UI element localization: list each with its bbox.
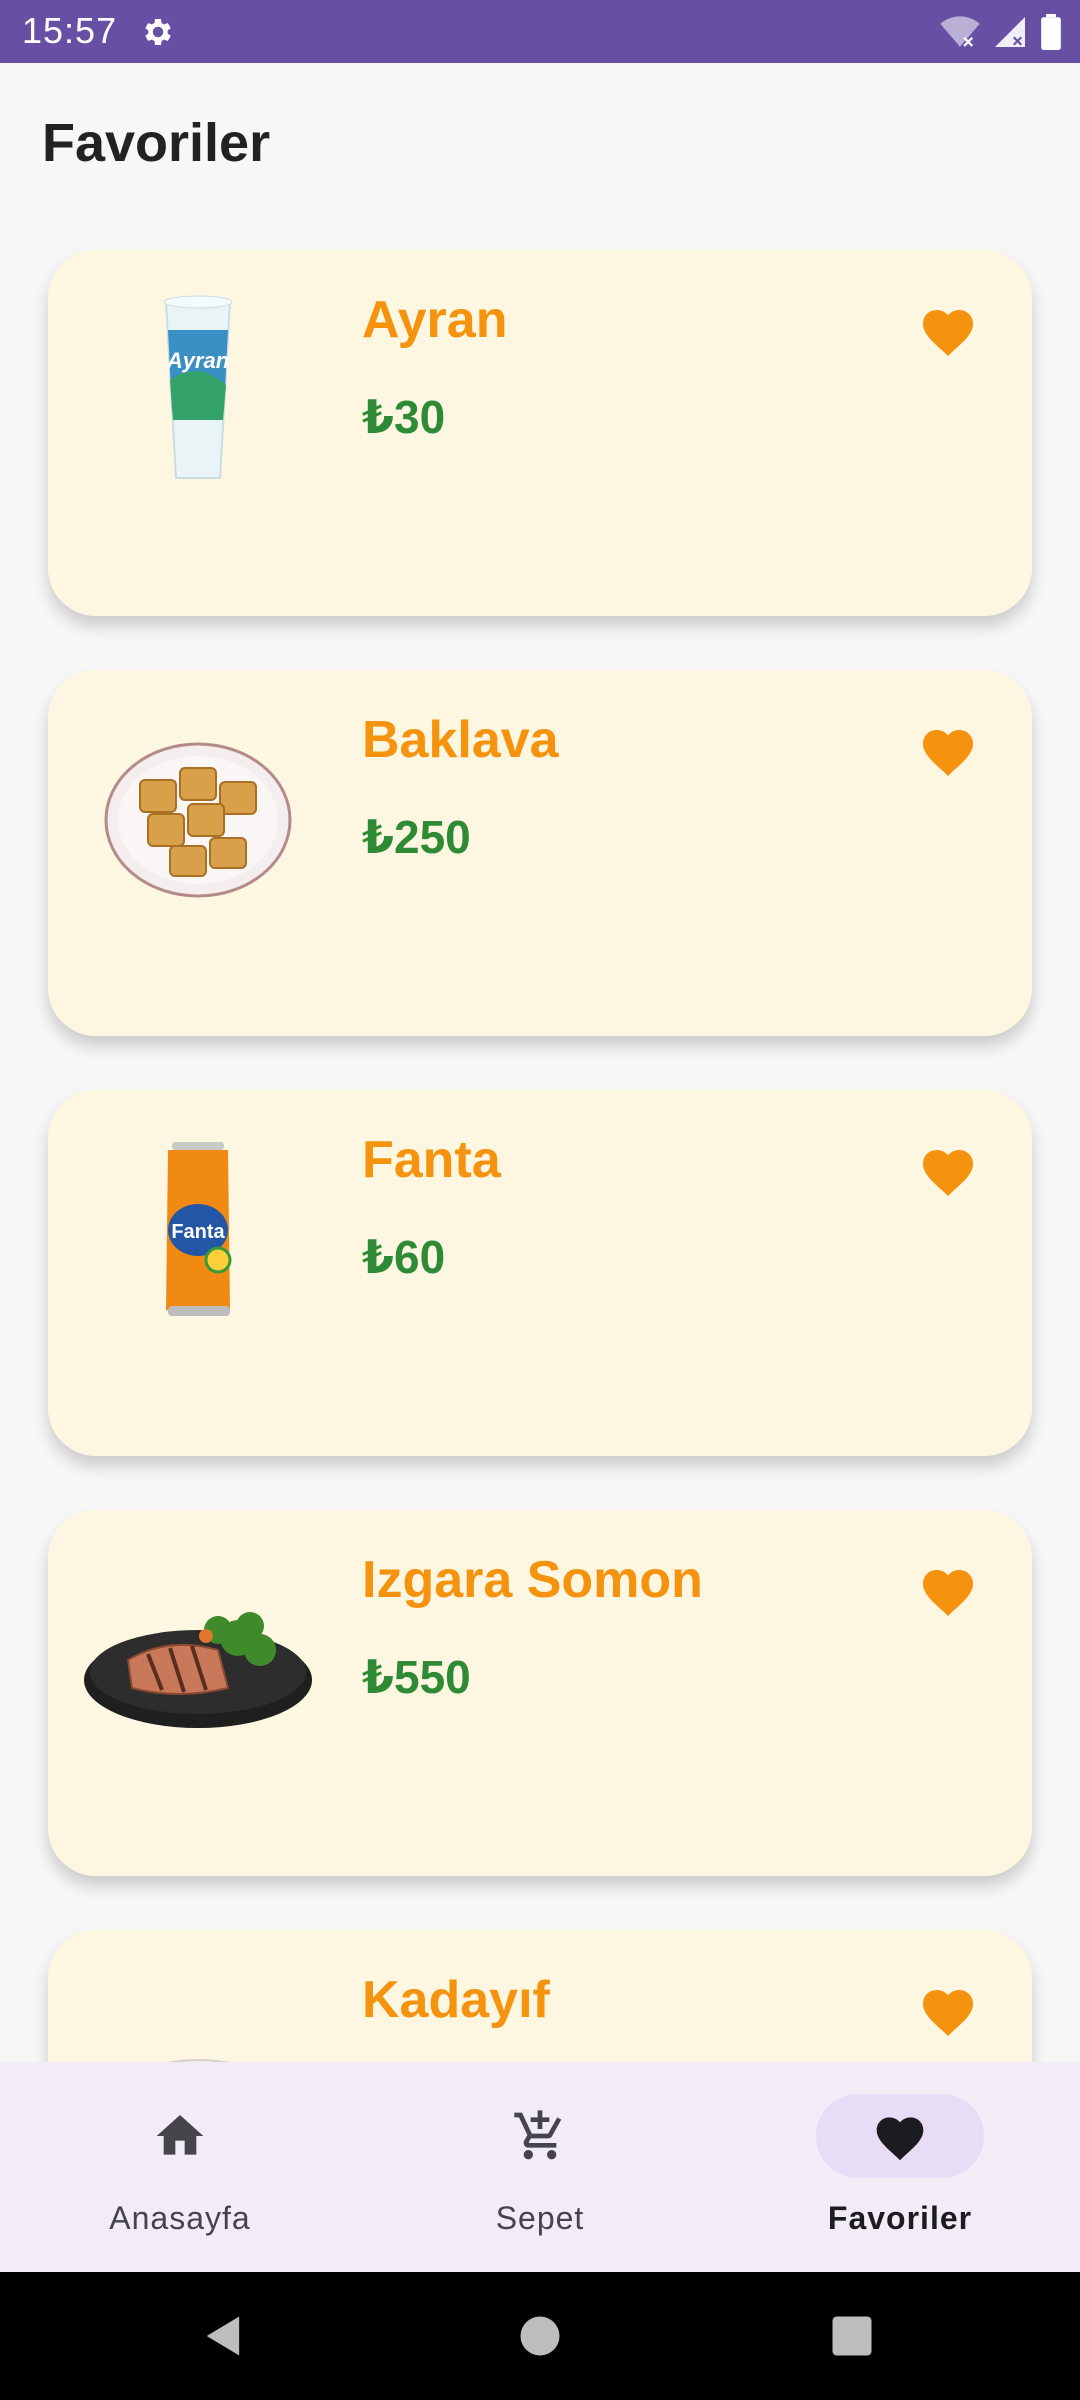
svg-text:Ayran: Ayran: [166, 348, 229, 373]
bottom-navigation: Anasayfa Sepet Favoriler: [0, 2062, 1080, 2272]
fanta-image: Fanta: [166, 1142, 232, 1316]
product-name: Ayran: [362, 291, 508, 349]
nav-label: Favoriler: [827, 2200, 973, 2236]
product-name: Kadayıf: [362, 1971, 550, 2029]
system-navigation-bar: [0, 2272, 1080, 2400]
nav-item-sepet[interactable]: Sepet: [360, 2062, 720, 2272]
heart-filled-icon[interactable]: [918, 1982, 978, 2038]
nav-item-favoriler[interactable]: Favoriler: [720, 2062, 1080, 2272]
page-title: Favoriler: [42, 113, 271, 173]
favorite-card-fanta[interactable]: Fanta Fanta ₺60: [48, 1090, 1032, 1456]
product-price: ₺550: [362, 1651, 471, 1703]
favorite-card-kadayif[interactable]: Kadayıf: [48, 1930, 1032, 2062]
add-to-cart-icon: [514, 2110, 562, 2160]
favorites-list[interactable]: Favoriler Ayran Ayran ₺30 Baklava ₺250 F…: [0, 0, 1080, 2062]
favorite-card-baklava[interactable]: Baklava ₺250: [48, 670, 1032, 1036]
favorite-card-izgara-somon[interactable]: Izgara Somon ₺550: [48, 1510, 1032, 1876]
recents-icon[interactable]: [826, 2310, 878, 2362]
nav-label: Sepet: [495, 2200, 585, 2236]
baklava-image: [104, 742, 292, 898]
product-name: Izgara Somon: [362, 1551, 703, 1609]
favorite-card-ayran[interactable]: Ayran Ayran ₺30: [48, 250, 1032, 616]
ayran-image: Ayran: [163, 295, 233, 479]
heart-filled-icon[interactable]: [918, 302, 978, 358]
home-circle-icon[interactable]: [514, 2310, 566, 2362]
heart-filled-icon[interactable]: [918, 1562, 978, 1618]
heart-icon: [876, 2117, 924, 2161]
grilled-salmon-image: [84, 1612, 312, 1728]
product-name: Baklava: [362, 711, 559, 769]
product-price: ₺30: [362, 391, 446, 443]
nav-label: Anasayfa: [109, 2200, 251, 2236]
product-price: ₺60: [362, 1231, 446, 1283]
nav-item-anasayfa[interactable]: Anasayfa: [0, 2062, 360, 2272]
product-price: ₺250: [362, 811, 471, 863]
back-icon[interactable]: [198, 2310, 250, 2362]
heart-filled-icon[interactable]: [918, 1142, 978, 1198]
kadayif-image: [166, 2059, 230, 2062]
home-icon: [156, 2115, 204, 2155]
svg-text:Fanta: Fanta: [171, 1221, 225, 1243]
product-name: Fanta: [362, 1131, 501, 1189]
heart-filled-icon[interactable]: [918, 722, 978, 778]
